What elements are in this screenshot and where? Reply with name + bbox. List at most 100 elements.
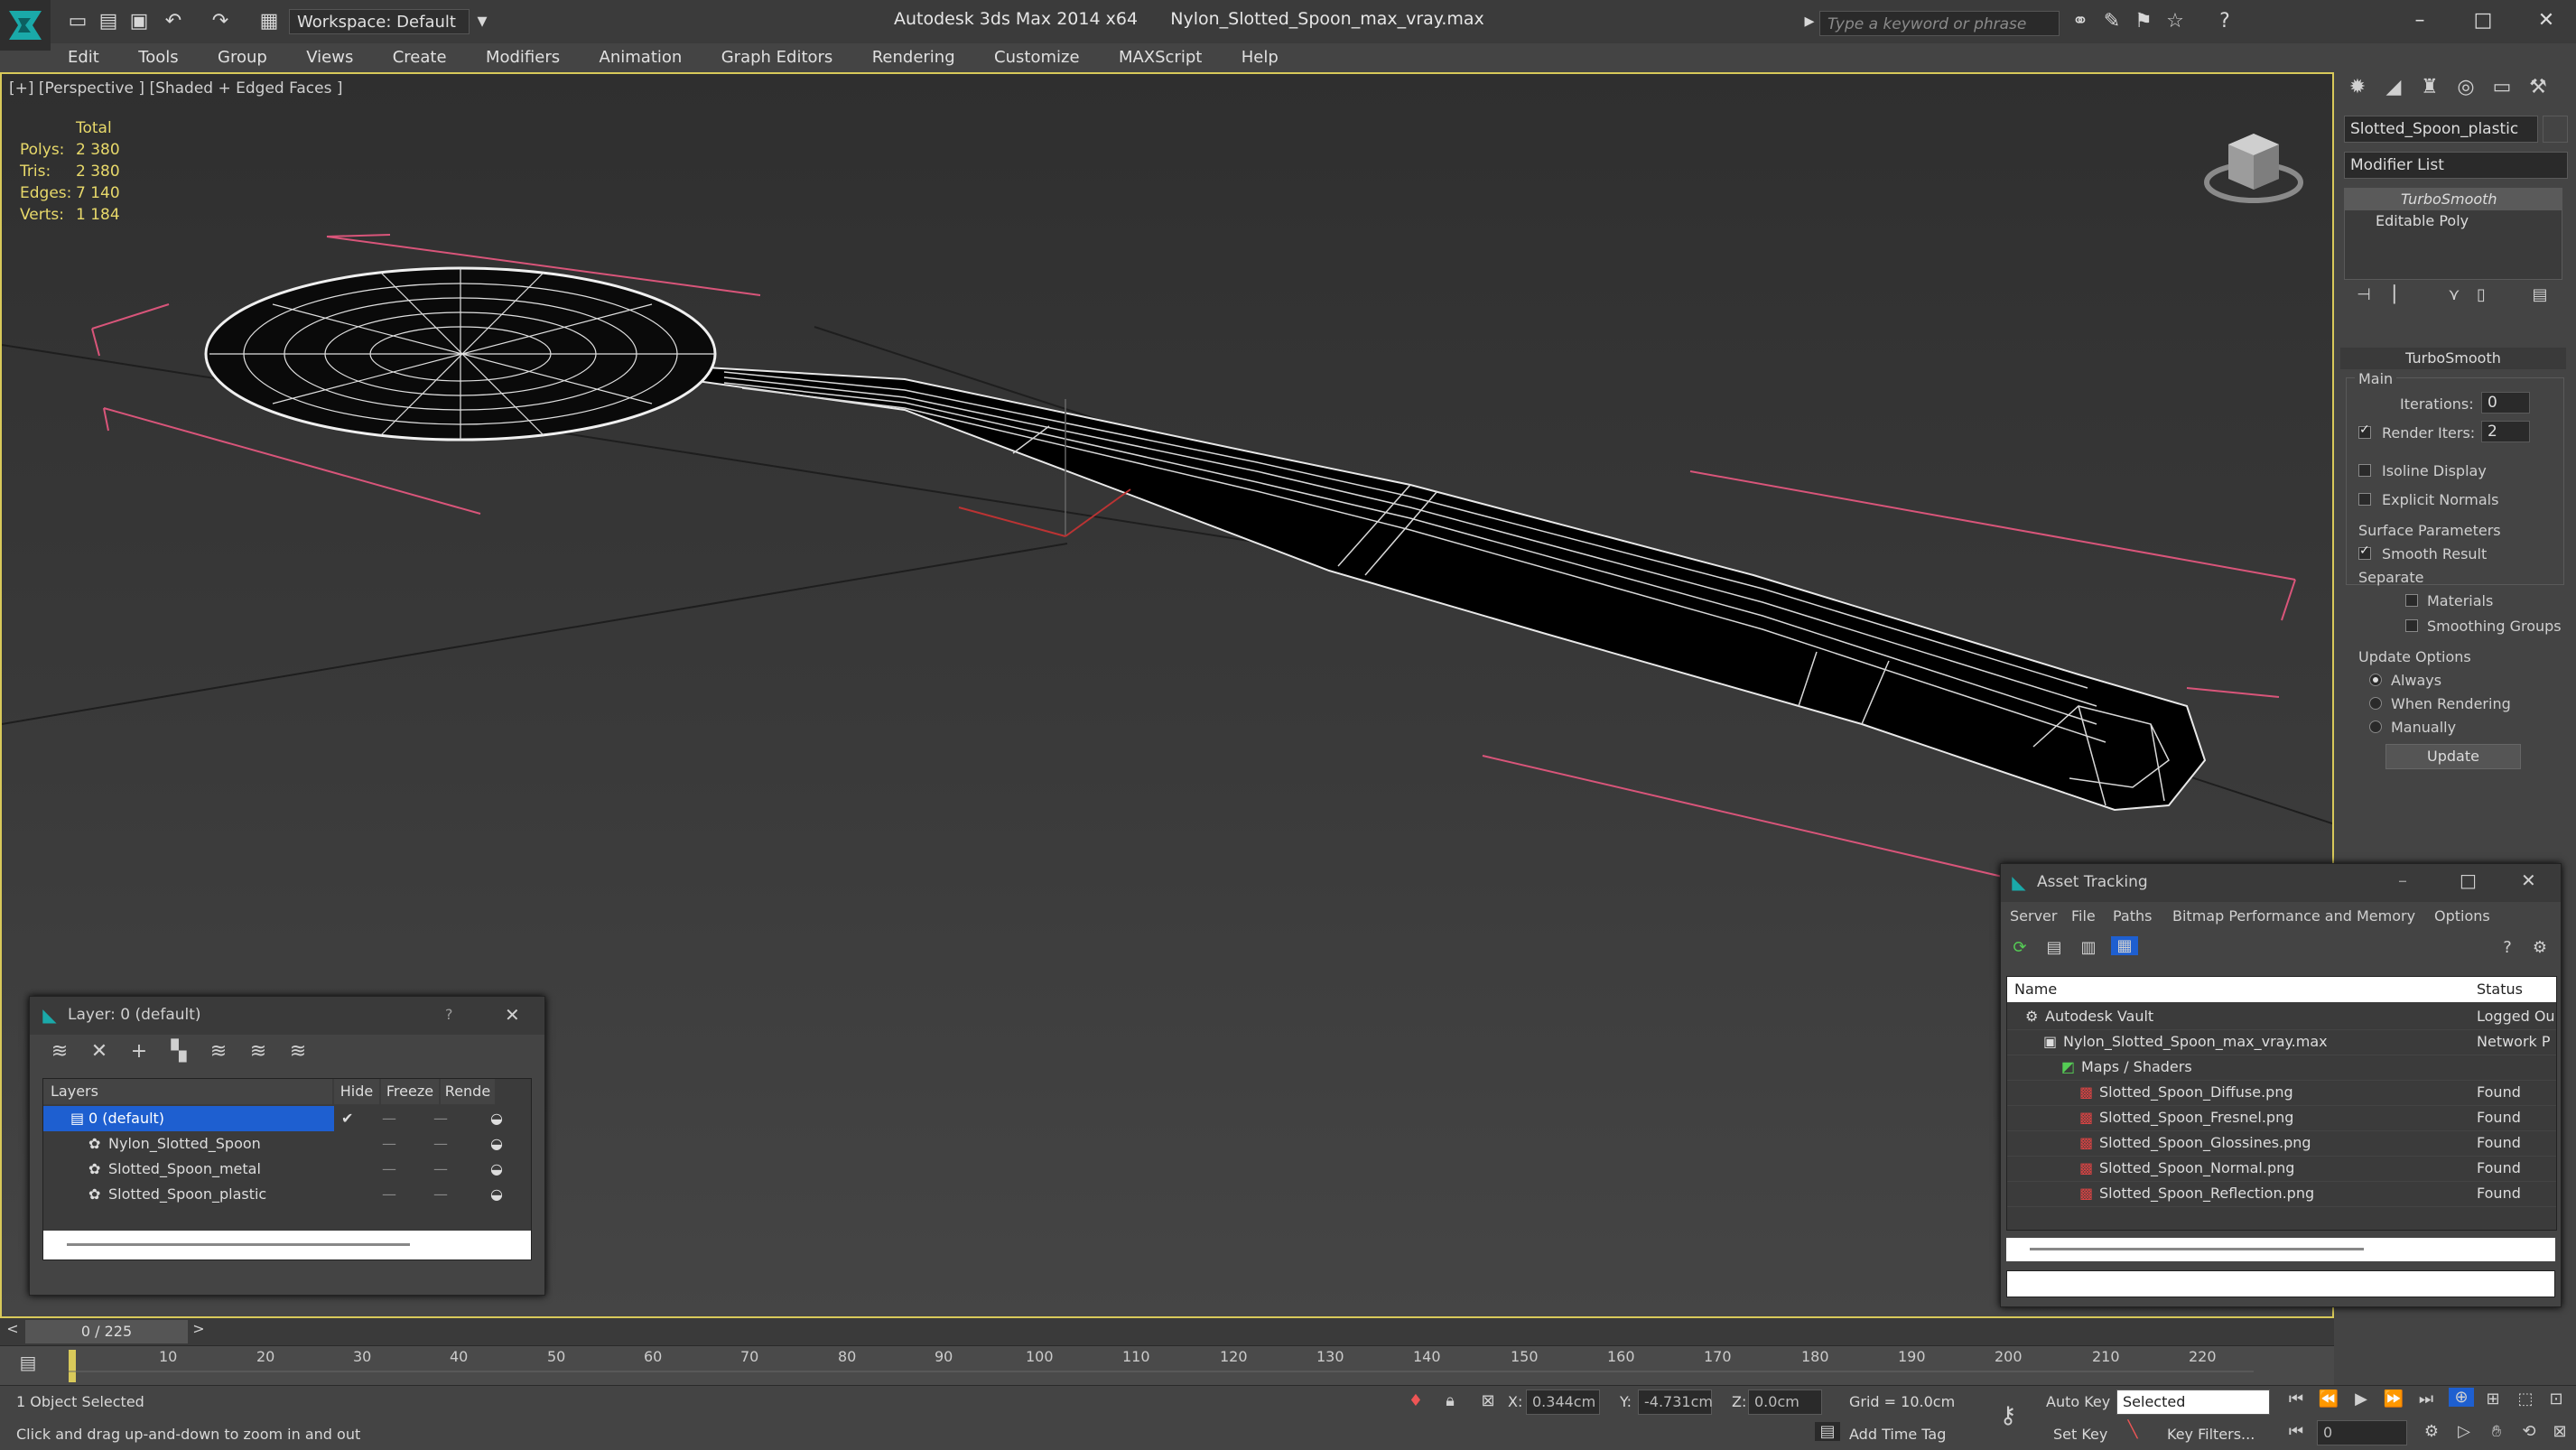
render-iters-spinner[interactable]: 2 [2481, 421, 2530, 442]
highlight-layer-icon[interactable]: ≋ [205, 1040, 232, 1063]
explicit-normals-checkbox[interactable] [2358, 493, 2371, 506]
table-view-icon[interactable]: ▦ [2111, 936, 2138, 955]
time-slider[interactable]: < 0 / 225 > [0, 1318, 2334, 1345]
set-key-button[interactable]: Set Key [2053, 1426, 2107, 1443]
mini-curve-editor-icon[interactable]: ▤ [13, 1352, 43, 1373]
save-icon[interactable]: ▣ [126, 9, 152, 34]
render-teapot-icon[interactable]: ◒ [490, 1182, 503, 1207]
render-teapot-icon[interactable]: ◒ [490, 1131, 503, 1157]
app-logo-icon[interactable] [0, 0, 51, 51]
isolate-selection-icon[interactable]: ♦ [1405, 1391, 1427, 1410]
pan-hand-icon[interactable]: ✋︎ [2485, 1422, 2508, 1441]
asset-row[interactable]: ▣ Nylon_Slotted_Spoon_max_vray.max Network… [2007, 1029, 2556, 1055]
time-tag-icon[interactable]: ▤ [1815, 1422, 1840, 1441]
display-tab-icon[interactable]: ▭ [2488, 76, 2516, 98]
select-objects-icon[interactable]: ▚ [165, 1040, 192, 1063]
zoom-icon[interactable]: ⊕ [2449, 1388, 2474, 1407]
render-teapot-icon[interactable]: ◒ [490, 1106, 503, 1131]
help-icon[interactable]: ? [445, 1006, 453, 1023]
maximize-icon[interactable]: □ [2460, 869, 2477, 891]
render-teapot-icon[interactable]: ◒ [490, 1157, 503, 1182]
menu-views[interactable]: Views [289, 43, 370, 72]
remove-modifier-icon[interactable]: ▯ [2470, 285, 2492, 304]
always-radio[interactable] [2369, 674, 2382, 686]
subscription-icon[interactable]: ✎ [2099, 9, 2125, 34]
minimize-icon[interactable]: – [2398, 869, 2407, 891]
communication-icon[interactable]: ⚑ [2131, 9, 2156, 34]
time-configuration-icon[interactable]: ⚙ [2420, 1422, 2443, 1441]
close-icon[interactable]: ✕ [2521, 869, 2536, 891]
previous-key-icon[interactable]: ⏪ [2317, 1390, 2340, 1408]
asset-row[interactable]: ▩ Slotted_Spoon_Normal.png Found [2007, 1156, 2556, 1182]
when-rendering-radio[interactable] [2369, 697, 2382, 710]
render-iters-checkbox[interactable] [2358, 423, 2371, 439]
menu-edit[interactable]: Edit [51, 43, 116, 72]
play-icon[interactable]: ▶ [2349, 1390, 2373, 1408]
asset-path-field[interactable] [2006, 1270, 2555, 1297]
zoom-all-icon[interactable]: ⊞ [2481, 1390, 2505, 1408]
zoom-extents-icon[interactable]: ⬚ [2514, 1390, 2537, 1408]
smooth-result-checkbox[interactable] [2358, 544, 2371, 560]
go-to-end-icon[interactable]: ⏭ [2414, 1390, 2438, 1408]
key-mode-toggle-icon[interactable]: ⏮ [2284, 1422, 2308, 1441]
redo-icon[interactable]: ↷ [208, 9, 233, 34]
layer-row[interactable]: ✿ Nylon_Slotted_Spoon — — ◒ [43, 1131, 531, 1157]
undo-icon[interactable]: ↶ [161, 9, 186, 34]
go-to-start-icon[interactable]: ⏮ [2284, 1390, 2308, 1408]
layer-row[interactable]: ✿ Slotted_Spoon_plastic — — ◒ [43, 1182, 531, 1207]
favorites-star-icon[interactable]: ☆ [2162, 9, 2188, 34]
show-end-result-icon[interactable]: ▏ [2389, 285, 2411, 304]
freeze-all-icon[interactable]: ≋ [284, 1040, 312, 1063]
manually-radio[interactable] [2369, 720, 2382, 733]
asset-menu-bitmap-performance[interactable]: Bitmap Performance and Memory [2172, 907, 2415, 925]
workspace-dropdown[interactable]: Workspace: Default [289, 9, 470, 34]
object-name-field[interactable]: Slotted_Spoon_plastic [2344, 116, 2538, 143]
chevron-down-icon[interactable]: ▾ [470, 9, 495, 34]
time-slider-thumb[interactable]: 0 / 225 [25, 1320, 188, 1343]
refresh-icon[interactable]: ⟳ [2008, 938, 2032, 957]
hide-toggle[interactable]: — [382, 1106, 396, 1131]
asset-row[interactable]: ▩ Slotted_Spoon_Fresnel.png Found [2007, 1105, 2556, 1131]
field-of-view-icon[interactable]: ▷ [2452, 1422, 2476, 1441]
menu-create[interactable]: Create [376, 43, 464, 72]
add-time-tag[interactable]: Add Time Tag [1849, 1426, 1946, 1443]
asset-horizontal-scrollbar[interactable] [2006, 1238, 2555, 1261]
selection-lock-icon[interactable]: 🔒︎ [1439, 1391, 1461, 1410]
asset-row[interactable]: ▩ Slotted_Spoon_Diffuse.png Found [2007, 1080, 2556, 1106]
z-coordinate-field[interactable]: 0.0cm [1748, 1390, 1822, 1415]
binoculars-icon[interactable]: ⚭ [2068, 9, 2093, 34]
stack-item-editable-poly[interactable]: Editable Poly [2345, 210, 2562, 232]
col-hide[interactable]: Hide [334, 1079, 379, 1104]
close-icon[interactable]: ✕ [505, 1004, 520, 1026]
menu-tools[interactable]: Tools [121, 43, 195, 72]
project-folder-icon[interactable]: ▦ [256, 9, 282, 34]
asset-menu-server[interactable]: Server [2010, 907, 2057, 925]
asset-row[interactable]: ⚙ Autodesk Vault Logged Ou [2007, 1004, 2556, 1030]
key-mode-dropdown[interactable]: Selected [2116, 1390, 2270, 1415]
layer-dialog-titlebar[interactable]: ◣ Layer: 0 (default) ? ✕ [30, 997, 544, 1035]
search-arrow-icon[interactable]: ▸ [1797, 9, 1822, 34]
delete-layer-icon[interactable]: ✕ [86, 1040, 113, 1063]
set-key-key-icon[interactable]: ⚷ [1990, 1402, 2026, 1429]
menu-customize[interactable]: Customize [977, 43, 1096, 72]
add-to-layer-icon[interactable]: + [126, 1040, 153, 1063]
new-file-icon[interactable]: ▭ [65, 9, 90, 34]
menu-maxscript[interactable]: MAXScript [1102, 43, 1219, 72]
update-button[interactable]: Update [2385, 744, 2521, 769]
current-layer-check-icon[interactable]: ✔ [341, 1106, 353, 1131]
col-render[interactable]: Rende [441, 1079, 495, 1104]
materials-checkbox[interactable] [2405, 594, 2418, 607]
col-name[interactable]: Name [2014, 977, 2057, 1002]
key-filter-icon[interactable]: ╲ [2120, 1420, 2145, 1439]
maximize-icon[interactable]: □ [2456, 5, 2510, 36]
minimize-icon[interactable]: – [2393, 5, 2447, 36]
zoom-extents-all-icon[interactable]: ⊡ [2544, 1390, 2568, 1408]
menu-group[interactable]: Group [200, 43, 284, 72]
current-frame-field[interactable]: 0 [2317, 1420, 2407, 1445]
iterations-spinner[interactable]: 0 [2481, 392, 2530, 414]
asset-menu-options[interactable]: Options [2434, 907, 2490, 925]
isoline-display-checkbox[interactable] [2358, 464, 2371, 477]
make-unique-icon[interactable]: ⋎ [2443, 285, 2465, 304]
modifier-list-dropdown[interactable]: Modifier List [2344, 152, 2568, 179]
menu-graph-editors[interactable]: Graph Editors [704, 43, 851, 72]
